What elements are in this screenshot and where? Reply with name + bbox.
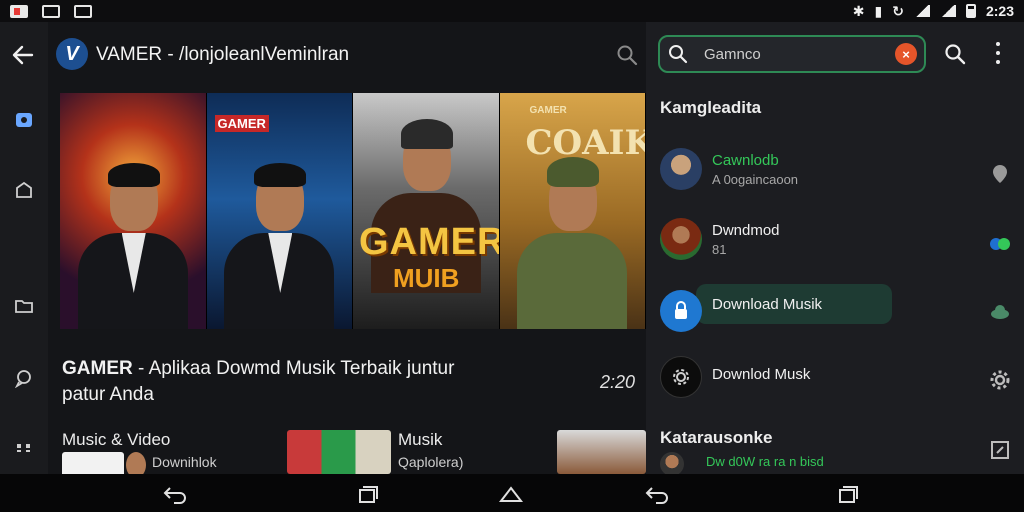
- gear-icon[interactable]: [988, 368, 1012, 392]
- item-subtitle: 81: [712, 242, 727, 257]
- app-header: V VAMER - /lonjoleanlVeminlran: [0, 22, 646, 88]
- vibrate-icon: ▮: [874, 2, 883, 19]
- notification-image-icon: [74, 4, 92, 18]
- notification-screen-icon: [42, 4, 60, 18]
- featured-banner[interactable]: GAMER GAMER MUIB GAMER COAIKO: [60, 93, 646, 329]
- poster-badge: GAMER: [529, 105, 567, 116]
- status-bar: ✱ ▮ ↻ 2:23: [0, 0, 1024, 22]
- recents-nav-icon[interactable]: [354, 484, 380, 504]
- poster-2[interactable]: GAMER: [206, 93, 353, 329]
- location-pin-icon[interactable]: [988, 162, 1012, 186]
- bluetooth-icon: ✱: [852, 2, 865, 19]
- wifi-icon: [913, 5, 930, 17]
- system-navigation-bar: [0, 474, 1024, 512]
- poster-figure: [77, 163, 188, 329]
- item-subtitle: A 0ogaincaoon: [712, 172, 799, 187]
- back-nav-icon[interactable]: [644, 484, 670, 504]
- row-thumbnail[interactable]: [287, 430, 391, 474]
- rail-item-chat[interactable]: [14, 368, 34, 388]
- sync-icon: ↻: [892, 2, 904, 19]
- avatar: [660, 290, 702, 332]
- avatar: [660, 148, 702, 190]
- settings-icon: [673, 369, 689, 385]
- recents-nav-icon[interactable]: [834, 484, 860, 504]
- list-item-active[interactable]: Download Musik: [660, 284, 1000, 334]
- back-nav-icon[interactable]: [162, 484, 188, 504]
- row-label-music-video[interactable]: Music & Video: [62, 430, 170, 450]
- search-icon[interactable]: [616, 44, 638, 66]
- page-title: VAMER - /lonjoleanlVeminlran: [96, 44, 350, 65]
- list-item[interactable]: Dwndmod 81: [660, 216, 1000, 262]
- avatar: [660, 356, 702, 398]
- item-title: Cawnlodb: [712, 152, 779, 169]
- notification-app-icon: [10, 4, 28, 18]
- item-title: Dw d0W ra ra n bisd: [706, 454, 824, 469]
- signal-icon: [939, 5, 956, 17]
- toggle-icon[interactable]: [988, 232, 1012, 256]
- list-item[interactable]: Dw d0W ra ra n bisd: [660, 450, 1000, 476]
- item-title: Downlod Musk: [712, 366, 811, 383]
- search-icon: [669, 45, 688, 64]
- folder-icon: [15, 300, 33, 313]
- lock-icon: [675, 301, 687, 319]
- item-title: Dwndmod: [712, 222, 780, 239]
- poster-4[interactable]: GAMER COAIKO: [499, 93, 646, 329]
- poster-title: GAMER: [359, 221, 500, 263]
- rail-item-library[interactable]: [14, 180, 34, 200]
- section-title: Katarausonke: [660, 428, 773, 447]
- library-icon: [16, 181, 32, 198]
- headline-brand: GAMER: [62, 358, 133, 379]
- item-title: Download Musik: [712, 296, 823, 313]
- headline-time: 2:20: [600, 372, 636, 392]
- avatar: [660, 218, 702, 260]
- clear-search-button[interactable]: ×: [895, 43, 917, 65]
- poster-figure: [517, 157, 628, 329]
- poster-3[interactable]: GAMER MUIB: [353, 93, 500, 329]
- left-navigation-rail: [0, 22, 48, 474]
- battery-icon: [965, 4, 976, 18]
- back-arrow-icon[interactable]: [10, 42, 36, 68]
- home-nav-icon[interactable]: [498, 484, 524, 504]
- row-sublabel: Downihlok: [152, 454, 217, 470]
- search-input[interactable]: Gamnco: [704, 46, 761, 63]
- rail-item-folder[interactable]: [14, 296, 34, 316]
- avatar: [660, 452, 684, 476]
- list-item[interactable]: Cawnlodb A 0ogaincaoon: [660, 146, 1000, 192]
- row-sublabel: Qaplolera): [398, 454, 464, 470]
- search-field[interactable]: Gamnco ×: [658, 35, 926, 73]
- row-thumbnail[interactable]: [557, 430, 646, 474]
- app-logo: V: [56, 38, 88, 70]
- poster-subtitle: MUIB: [393, 263, 460, 293]
- more-options-icon[interactable]: [994, 42, 1002, 64]
- search-panel: Gamnco × Kamgleadita Cawnlodb A 0ogainca…: [646, 22, 1024, 476]
- chat-icon: [14, 370, 31, 388]
- status-time: 2:23: [985, 3, 1014, 19]
- poster-figure: [224, 163, 335, 329]
- poster-logo: COAIKO: [525, 123, 646, 163]
- article-headline[interactable]: GAMER - Aplikaa Dowmd Musik Terbaik junt…: [62, 356, 502, 408]
- cloud-icon[interactable]: [988, 300, 1012, 324]
- grid-icon: [17, 444, 30, 452]
- search-icon[interactable]: [944, 43, 966, 65]
- list-item[interactable]: Downlod Musk: [660, 354, 1000, 400]
- section-title: Kamgleadita: [660, 98, 762, 117]
- expand-icon[interactable]: [988, 438, 1012, 462]
- row-label-musik[interactable]: Musik: [398, 430, 442, 450]
- rail-item-home[interactable]: [14, 110, 34, 130]
- home-icon: [16, 113, 32, 127]
- poster-1[interactable]: [60, 93, 207, 329]
- poster-logo: GAMER: [214, 115, 269, 132]
- rail-item-more[interactable]: [14, 438, 34, 458]
